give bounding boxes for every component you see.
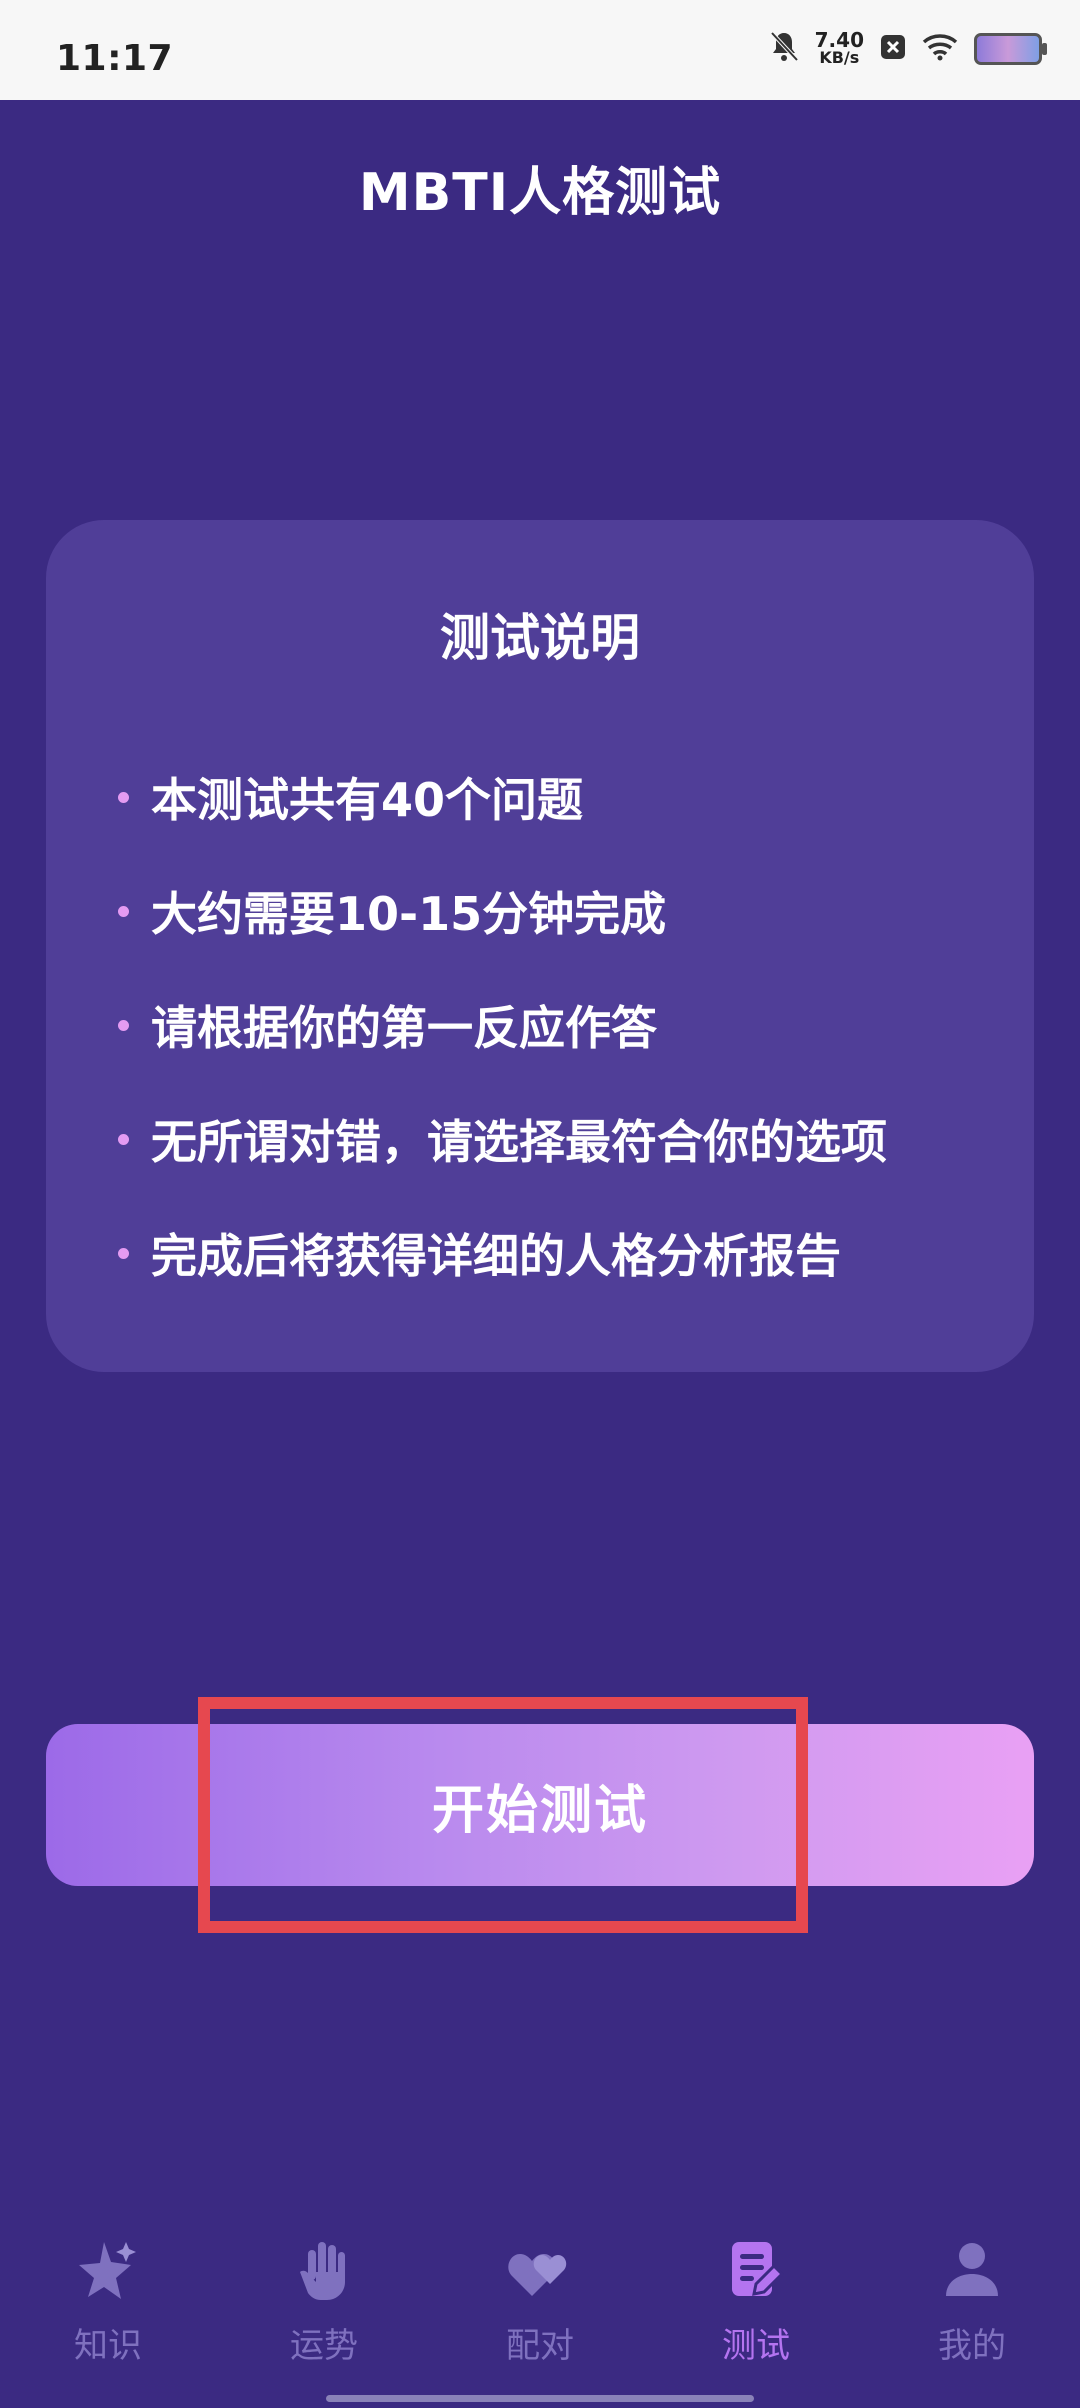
list-item: 请根据你的第一反应作答 (118, 968, 998, 1082)
network-speed-value: 7.40 (814, 28, 864, 52)
list-item: 大约需要10-15分钟完成 (118, 854, 998, 968)
nav-item-knowledge[interactable]: 知识 (0, 2210, 216, 2408)
hearts-icon (508, 2254, 567, 2296)
list-item-text: 无所谓对错，请选择最符合你的选项 (151, 1115, 887, 1169)
nav-item-match[interactable]: 配对 (432, 2210, 648, 2408)
bullet-icon (118, 1133, 129, 1145)
status-icons: 7.40 KB/s (769, 28, 1047, 68)
battery-icon (974, 33, 1047, 65)
list-item-text: 请根据你的第一反应作答 (151, 1001, 657, 1055)
sparkle-star-icon (79, 2242, 136, 2299)
nav-label: 测试 (722, 2326, 790, 2366)
close-badge-icon (880, 34, 906, 64)
page-title: MBTI人格测试 (358, 163, 722, 223)
document-edit-icon (732, 2242, 785, 2296)
nav-label: 知识 (74, 2326, 142, 2366)
list-item-text: 本测试共有40个问题 (151, 773, 584, 827)
nav-item-test[interactable]: 测试 (648, 2210, 864, 2408)
bullet-icon (118, 791, 129, 803)
nav-label: 配对 (506, 2326, 574, 2366)
start-test-button-label: 开始测试 (431, 1780, 648, 1841)
network-speed: 7.40 KB/s (814, 28, 864, 67)
network-speed-unit: KB/s (819, 48, 860, 67)
list-item: 本测试共有40个问题 (118, 740, 998, 854)
wifi-icon (922, 33, 958, 65)
nav-item-fortune[interactable]: 运势 (216, 2210, 432, 2408)
status-bar: 11:17 7.40 KB/s (0, 0, 1080, 100)
bottom-nav: 知识 运势 配对 测试 我的 (0, 2210, 1080, 2408)
bell-mute-icon (769, 30, 799, 68)
list-item-text: 完成后将获得详细的人格分析报告 (151, 1229, 841, 1283)
bullet-icon (118, 1019, 129, 1031)
nav-label: 运势 (290, 2326, 358, 2366)
bullet-icon (118, 905, 129, 917)
home-indicator (326, 2395, 754, 2402)
status-time: 11:17 (56, 38, 174, 79)
list-item: 完成后将获得详细的人格分析报告 (118, 1196, 998, 1310)
hand-palm-icon (300, 2242, 345, 2300)
nav-item-profile[interactable]: 我的 (864, 2210, 1080, 2408)
list-item: 无所谓对错，请选择最符合你的选项 (118, 1082, 998, 1196)
instructions-title: 测试说明 (440, 609, 640, 667)
user-icon (946, 2243, 998, 2296)
start-test-button[interactable]: 开始测试 (46, 1724, 1034, 1886)
instructions-card: 测试说明 本测试共有40个问题 大约需要10-15分钟完成 请根据你的第一反应作… (46, 520, 1034, 1372)
instructions-list: 本测试共有40个问题 大约需要10-15分钟完成 请根据你的第一反应作答 无所谓… (118, 740, 998, 1310)
nav-label: 我的 (938, 2326, 1006, 2366)
bullet-icon (118, 1247, 129, 1259)
list-item-text: 大约需要10-15分钟完成 (151, 887, 667, 941)
